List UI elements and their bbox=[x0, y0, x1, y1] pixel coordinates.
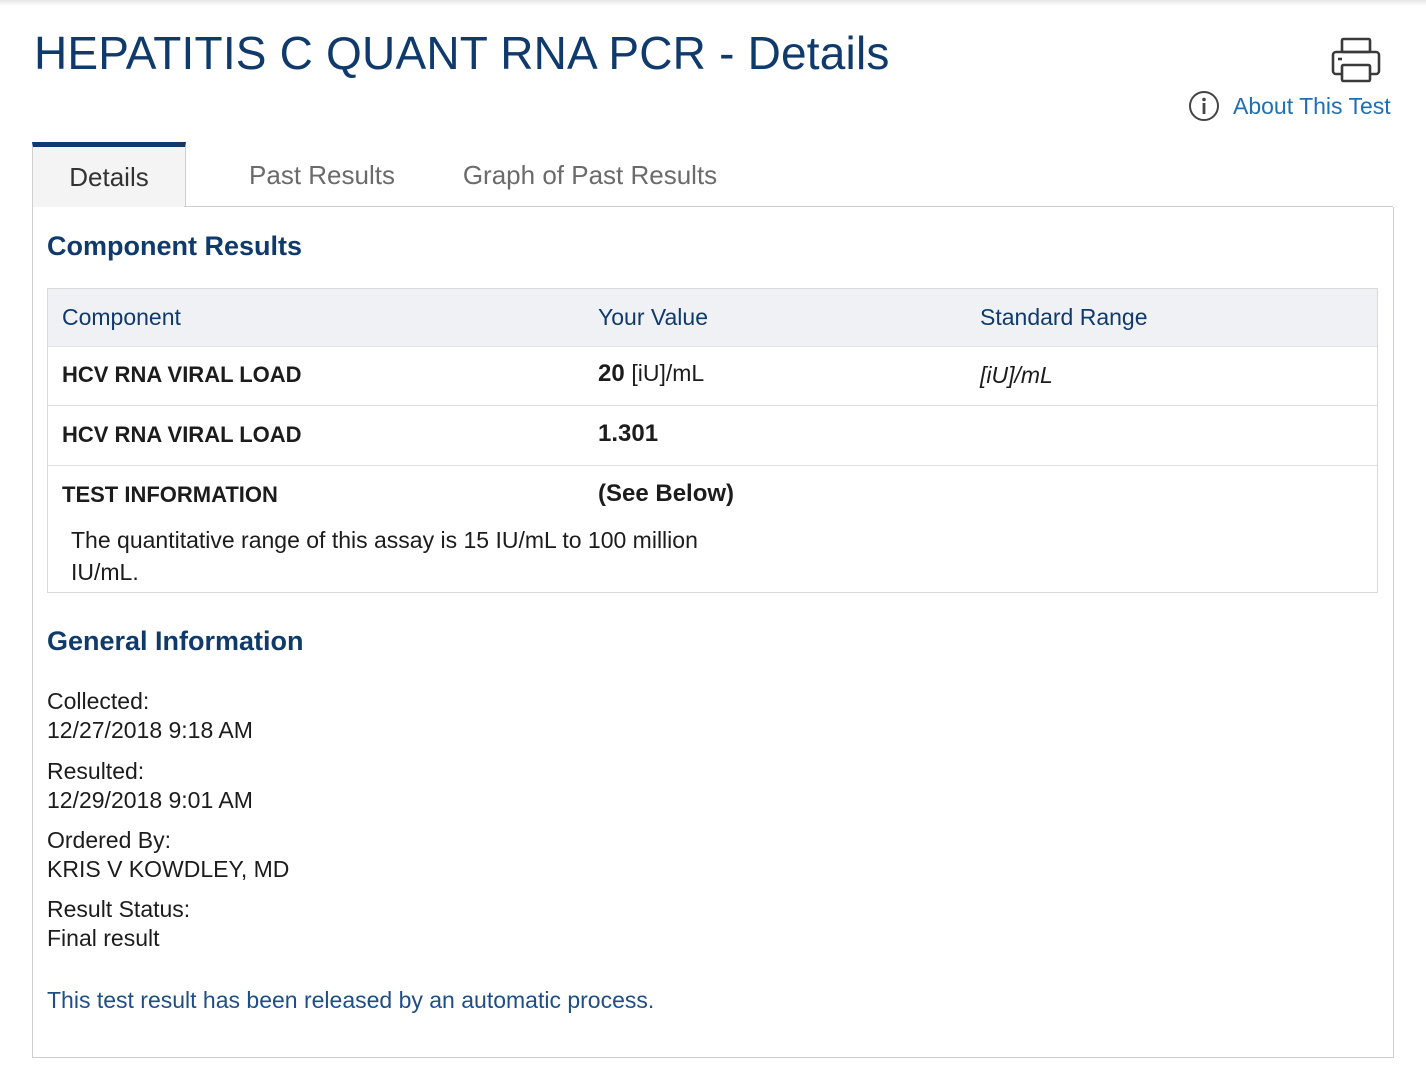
tab-past-results[interactable]: Past Results bbox=[216, 142, 428, 208]
column-header-standard-range: Standard Range bbox=[980, 304, 1148, 330]
printer-icon bbox=[1331, 37, 1381, 83]
general-information-heading: General Information bbox=[47, 626, 304, 656]
test-information-note: The quantitative range of this assay is … bbox=[71, 527, 698, 585]
tab-details[interactable]: Details bbox=[32, 142, 186, 208]
tab-bar: Details Past Results Graph of Past Resul… bbox=[32, 142, 732, 208]
column-header-component: Component bbox=[62, 304, 181, 330]
tab-graph-of-past-results[interactable]: Graph of Past Results bbox=[428, 142, 752, 208]
component-results-table: Component Your Value Standard Range HCV … bbox=[47, 288, 1378, 593]
info-circle-icon bbox=[1189, 91, 1219, 121]
table-row: HCV RNA VIRAL LOAD 20 [iU]/mL [iU]/mL bbox=[48, 346, 1377, 406]
collected-value: 12/27/2018 9:18 AM bbox=[47, 717, 253, 743]
component-value: 20 [iU]/mL bbox=[598, 360, 704, 388]
result-status-label: Result Status: bbox=[47, 896, 191, 922]
component-name: TEST INFORMATION bbox=[62, 482, 278, 507]
component-name: HCV RNA VIRAL LOAD bbox=[62, 422, 302, 447]
value-number: (See Below) bbox=[598, 480, 735, 507]
details-panel: Component Results Component Your Value S… bbox=[32, 207, 1394, 1058]
table-header: Component Your Value Standard Range bbox=[48, 289, 1377, 347]
about-this-test-label: About This Test bbox=[1233, 92, 1391, 119]
automatic-release-note: This test result has been released by an… bbox=[47, 987, 655, 1013]
component-name: HCV RNA VIRAL LOAD bbox=[62, 362, 302, 387]
value-unit: [iU]/mL bbox=[631, 360, 705, 386]
value-number: 1.301 bbox=[598, 420, 659, 447]
result-status-value: Final result bbox=[47, 925, 160, 951]
standard-range: [iU]/mL bbox=[980, 362, 1053, 388]
about-this-test-link[interactable]: About This Test bbox=[1188, 90, 1391, 122]
column-header-your-value: Your Value bbox=[598, 304, 708, 330]
component-results-heading: Component Results bbox=[47, 231, 303, 261]
ordered-by-value: KRIS V KOWDLEY, MD bbox=[47, 856, 290, 882]
ordered-by-label: Ordered By: bbox=[47, 827, 171, 853]
value-number: 20 bbox=[598, 360, 625, 387]
page-title: HEPATITIS C QUANT RNA PCR - Details bbox=[34, 27, 890, 79]
collected-label: Collected: bbox=[47, 688, 150, 714]
table-row: TEST INFORMATION (See Below) The quantit… bbox=[48, 466, 1377, 592]
component-value: 1.301 bbox=[598, 420, 658, 448]
top-shadow bbox=[0, 0, 1426, 6]
table-row: HCV RNA VIRAL LOAD 1.301 bbox=[48, 406, 1377, 466]
component-value: (See Below) bbox=[598, 480, 734, 508]
resulted-label: Resulted: bbox=[47, 758, 145, 784]
resulted-value: 12/29/2018 9:01 AM bbox=[47, 787, 253, 813]
print-button[interactable] bbox=[1330, 36, 1382, 84]
